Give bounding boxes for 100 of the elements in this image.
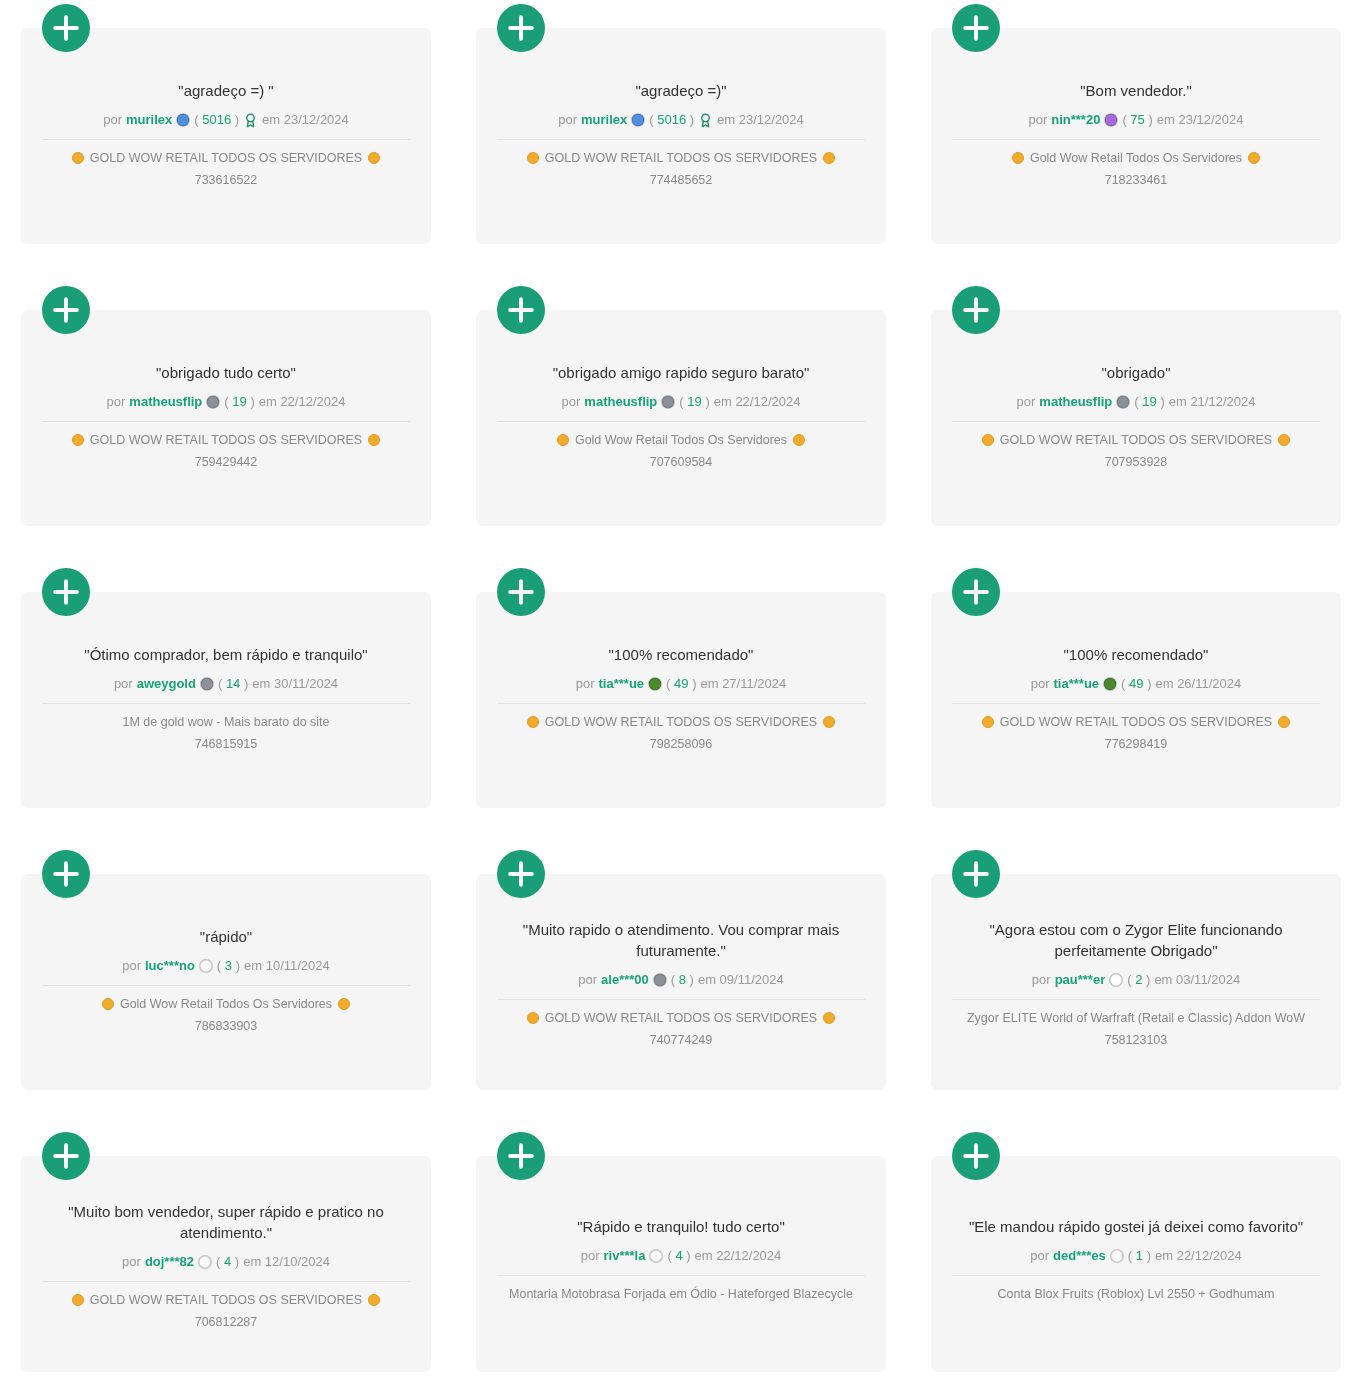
review-date: em 26/11/2024 bbox=[1155, 675, 1242, 694]
username-link[interactable]: murilex bbox=[580, 110, 628, 131]
review-date: em 22/12/2024 bbox=[258, 393, 346, 412]
score-count: ( 49 ) bbox=[666, 675, 697, 694]
username-link[interactable]: ale***00 bbox=[601, 970, 649, 991]
product-title: Conta Blox Fruits (Roblox) Lvl 2550 + Godhumam bbox=[997, 1285, 1275, 1303]
review-quote: "Agora estou com o Zygor Elite funcionando perfeitamente Obrigado" bbox=[988, 920, 1284, 962]
score-count: ( 19 ) bbox=[679, 393, 710, 412]
add-button[interactable] bbox=[42, 286, 90, 334]
review-quote: "obrigado amigo rapido seguro barato" bbox=[551, 363, 811, 384]
username-link[interactable]: murilex bbox=[125, 110, 173, 131]
plus-icon bbox=[963, 861, 989, 887]
plus-icon bbox=[963, 15, 989, 41]
username-link[interactable]: matheusflip bbox=[584, 392, 658, 413]
review-quote: "Muito bom vendedor, super rápido e pratico no atendimento." bbox=[67, 1202, 385, 1244]
review-quote: "100% recomendado" bbox=[1062, 645, 1210, 666]
product-title: Gold Wow Retail Todos Os Servidores bbox=[1029, 150, 1243, 168]
plus-icon bbox=[963, 1143, 989, 1169]
review-quote: "Ótimo comprador, bem rápido e tranquilo" bbox=[83, 645, 369, 666]
add-button[interactable] bbox=[952, 4, 1000, 52]
score-count: ( 5016 ) bbox=[649, 111, 695, 130]
plus-icon bbox=[508, 15, 534, 41]
score-count: ( 3 ) bbox=[216, 957, 240, 976]
username-link[interactable]: pau***er bbox=[1054, 970, 1106, 991]
plus-icon bbox=[53, 579, 79, 605]
review-quote: "100% recomendado" bbox=[607, 645, 755, 666]
by-label: por bbox=[103, 111, 122, 130]
add-button[interactable] bbox=[952, 286, 1000, 334]
by-label: por bbox=[578, 971, 598, 990]
score-count: ( 19 ) bbox=[224, 393, 255, 412]
review-quote: "Ele mandou rápido gostei já deixei como favorito" bbox=[967, 1216, 1305, 1237]
username-link[interactable]: aweygold bbox=[136, 674, 196, 695]
plus-icon bbox=[963, 297, 989, 323]
add-button[interactable] bbox=[497, 568, 545, 616]
by-label: por bbox=[1028, 111, 1048, 130]
add-button[interactable] bbox=[497, 1132, 545, 1180]
username-link[interactable]: luc***no bbox=[145, 956, 195, 977]
product-title: Montaria Motobrasa Forjada em Ódio - Hateforged Blazecycle bbox=[509, 1285, 853, 1303]
product-title: Zygor ELITE World of Warfraft (Retail e Classic) Addon WoW bbox=[966, 1010, 1306, 1028]
plus-icon bbox=[53, 297, 79, 323]
review-date: em 10/11/2024 bbox=[244, 957, 330, 976]
order-number: 774485652 bbox=[648, 172, 714, 190]
username-link[interactable]: tia***ue bbox=[1053, 674, 1100, 695]
score-count: ( 4 ) bbox=[667, 1246, 691, 1265]
review-date: em 22/12/2024 bbox=[1155, 1246, 1242, 1265]
review-date: em 27/11/2024 bbox=[700, 675, 787, 694]
add-button[interactable] bbox=[497, 4, 545, 52]
review-date: em 23/12/2024 bbox=[262, 111, 349, 130]
review-quote: "Muito rapido o atendimento. Vou comprar mais futuramente." bbox=[521, 920, 841, 962]
add-button[interactable] bbox=[497, 850, 545, 898]
score-count: ( 49 ) bbox=[1121, 675, 1152, 694]
score-count: ( 19 ) bbox=[1134, 393, 1165, 412]
username-link[interactable]: matheusflip bbox=[1039, 392, 1113, 413]
product-title: GOLD WOW RETAIL TODOS OS SERVIDORES bbox=[544, 150, 818, 168]
product-title: GOLD WOW RETAIL TODOS OS SERVIDORES bbox=[89, 150, 363, 168]
add-button[interactable] bbox=[42, 568, 90, 616]
username-link[interactable]: doj***82 bbox=[144, 1252, 194, 1273]
add-button[interactable] bbox=[952, 850, 1000, 898]
review-date: em 09/11/2024 bbox=[697, 971, 784, 990]
plus-icon bbox=[963, 579, 989, 605]
by-label: por bbox=[558, 111, 577, 130]
add-button[interactable] bbox=[42, 1132, 90, 1180]
review-quote: "Bom vendedor." bbox=[1079, 81, 1193, 102]
by-label: por bbox=[1030, 1246, 1050, 1265]
username-link[interactable]: tia***ue bbox=[598, 674, 645, 695]
plus-icon bbox=[53, 861, 79, 887]
add-button[interactable] bbox=[952, 568, 1000, 616]
review-date: em 30/11/2024 bbox=[252, 675, 339, 694]
by-label: por bbox=[1016, 393, 1036, 412]
order-number: 759429442 bbox=[193, 454, 259, 472]
username-link[interactable]: matheusflip bbox=[129, 392, 203, 413]
username-link[interactable]: nin***20 bbox=[1051, 110, 1101, 131]
review-date: em 21/12/2024 bbox=[1168, 393, 1256, 412]
add-button[interactable] bbox=[952, 1132, 1000, 1180]
plus-icon bbox=[53, 15, 79, 41]
by-label: por bbox=[122, 957, 141, 976]
product-title: Gold Wow Retail Todos Os Servidores bbox=[574, 432, 788, 450]
product-title: GOLD WOW RETAIL TODOS OS SERVIDORES bbox=[999, 432, 1273, 450]
score-count: ( 8 ) bbox=[670, 971, 694, 990]
product-title: Gold Wow Retail Todos Os Servidores bbox=[119, 996, 333, 1014]
review-date: em 03/11/2024 bbox=[1154, 971, 1241, 990]
product-title: GOLD WOW RETAIL TODOS OS SERVIDORES bbox=[89, 432, 363, 450]
review-date: em 22/12/2024 bbox=[694, 1246, 782, 1265]
order-number: 786833903 bbox=[193, 1018, 259, 1036]
add-button[interactable] bbox=[42, 4, 90, 52]
by-label: por bbox=[575, 675, 595, 694]
by-label: por bbox=[1031, 971, 1051, 990]
review-quote: "agradeço =) " bbox=[177, 81, 275, 102]
username-link[interactable]: riv***la bbox=[603, 1245, 646, 1266]
order-number: 776298419 bbox=[1103, 736, 1169, 754]
order-number: 746815915 bbox=[193, 736, 259, 754]
score-count: ( 1 ) bbox=[1127, 1246, 1151, 1265]
username-link[interactable]: ded***es bbox=[1053, 1245, 1106, 1266]
product-title: GOLD WOW RETAIL TODOS OS SERVIDORES bbox=[544, 714, 818, 732]
by-label: por bbox=[106, 393, 126, 412]
review-quote: "rápido" bbox=[198, 927, 254, 948]
add-button[interactable] bbox=[42, 850, 90, 898]
by-label: por bbox=[113, 675, 133, 694]
order-number: 706812287 bbox=[193, 1314, 259, 1332]
add-button[interactable] bbox=[497, 286, 545, 334]
